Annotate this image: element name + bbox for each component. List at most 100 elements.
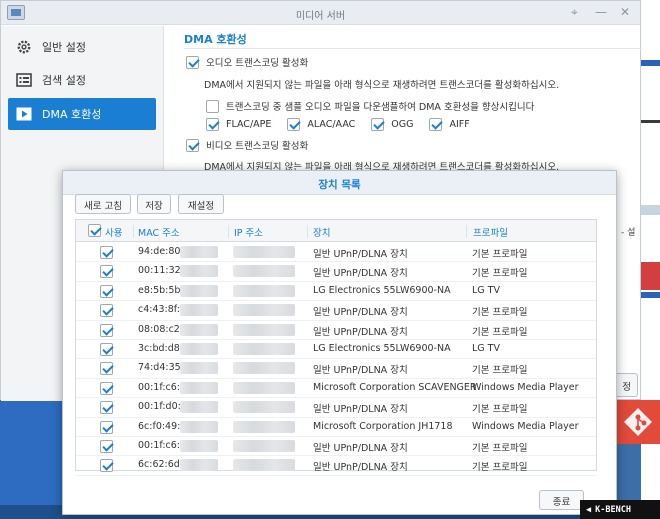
table-row[interactable]: 08:08:c2 일반 UPnP/DLNA 장치 기본 프로파일 bbox=[76, 321, 596, 340]
mac-blur bbox=[180, 304, 218, 317]
mac-cell: 74:d4:35 bbox=[138, 362, 181, 374]
gear-icon bbox=[16, 39, 32, 55]
save-button[interactable]: 저장 bbox=[137, 194, 171, 214]
profile-cell: 기본 프로파일 bbox=[472, 249, 528, 260]
row-use-checkbox[interactable] bbox=[100, 304, 113, 318]
table-row[interactable]: e8:5b:5b LG Electronics 55LW6900-NA LG TV bbox=[76, 282, 596, 302]
mac-cell: e8:5b:5b bbox=[138, 284, 181, 296]
video-transcode-label: 비디오 트랜스코딩 활성화 bbox=[206, 141, 309, 152]
col-profile[interactable]: 프로파일 bbox=[466, 225, 508, 239]
device-cell: LG Electronics 55LW6900-NA bbox=[313, 284, 451, 296]
alac-checkbox[interactable] bbox=[287, 118, 301, 131]
row-use-checkbox[interactable] bbox=[100, 401, 113, 415]
play-icon bbox=[16, 106, 32, 122]
video-transcode-option[interactable]: 비디오 트랜스코딩 활성화 bbox=[186, 138, 308, 152]
mac-blur bbox=[180, 323, 218, 336]
format-options: FLAC/APE ALAC/AAC OGG AIFF bbox=[206, 118, 470, 131]
mac-blur bbox=[180, 459, 218, 472]
row-use-checkbox[interactable] bbox=[100, 459, 113, 473]
downsample-option[interactable]: 트랜스코딩 중 샘플 오디오 파일을 다운샘플하여 DMA 호환성을 향상시킵니… bbox=[206, 99, 534, 113]
profile-cell: 기본 프로파일 bbox=[472, 404, 528, 416]
profile-cell: 기본 프로파일 bbox=[472, 365, 528, 377]
row-use-checkbox[interactable] bbox=[100, 343, 113, 356]
ip-blur bbox=[233, 401, 295, 414]
table-row[interactable]: 94:de:80 일반 UPnP/DLNA 장치 기본 프로파일 bbox=[76, 243, 596, 263]
ip-blur bbox=[233, 246, 295, 258]
device-cell: 일반 UPnP/DLNA 장치 bbox=[313, 268, 408, 280]
select-all-checkbox[interactable] bbox=[88, 224, 101, 237]
device-list-dialog: 장치 목록 새로 고침 저장 재설정 사용 MAC 주소 IP 주소 장치 프로… bbox=[62, 170, 617, 515]
reset-button[interactable]: 재설정 bbox=[178, 194, 224, 214]
aiff-label: AIFF bbox=[449, 119, 470, 130]
device-cell: 일반 UPnP/DLNA 장치 bbox=[313, 462, 408, 474]
audio-transcode-option[interactable]: 오디오 트랜스코딩 활성화 bbox=[186, 55, 308, 69]
profile-cell: 기본 프로파일 bbox=[472, 268, 528, 280]
row-use-checkbox[interactable] bbox=[100, 323, 113, 337]
device-cell: Microsoft Corporation SCAVENGER bbox=[313, 381, 477, 393]
sidebar-item-label: 검색 설정 bbox=[42, 74, 86, 87]
col-use[interactable]: 사용 bbox=[105, 225, 122, 239]
table-row[interactable]: 00:1f:c6: Microsoft Corporation SCAVENGER… bbox=[76, 379, 596, 399]
audio-transcode-label: 오디오 트랜스코딩 활성화 bbox=[206, 58, 309, 69]
title-bar: 미디어 서버 ⌖ — ✕ bbox=[1, 1, 640, 25]
table-row[interactable]: 6c:f0:49: Microsoft Corporation JH1718 Win… bbox=[76, 418, 596, 437]
col-device[interactable]: 장치 bbox=[307, 225, 330, 239]
mac-cell: 6c:f0:49: bbox=[138, 420, 181, 432]
mac-blur bbox=[180, 440, 218, 452]
device-cell: 일반 UPnP/DLNA 장치 bbox=[313, 326, 408, 338]
profile-cell: LG TV bbox=[472, 284, 500, 296]
col-ip[interactable]: IP 주소 bbox=[228, 225, 263, 239]
device-cell: Microsoft Corporation JH1718 bbox=[313, 420, 453, 432]
profile-cell: 기본 프로파일 bbox=[472, 307, 528, 319]
close-button[interactable]: 종료 bbox=[539, 490, 584, 510]
mac-blur bbox=[180, 246, 218, 258]
row-use-checkbox[interactable] bbox=[100, 381, 113, 395]
downsample-checkbox[interactable] bbox=[206, 99, 219, 113]
mac-blur bbox=[180, 362, 218, 375]
row-use-checkbox[interactable] bbox=[100, 440, 113, 453]
row-use-checkbox[interactable] bbox=[100, 420, 113, 434]
ip-blur bbox=[233, 420, 295, 433]
table-row[interactable]: 00:1f:c6: 일반 UPnP/DLNA 장치 기본 프로파일 bbox=[76, 437, 596, 457]
close-icon[interactable]: ✕ bbox=[620, 5, 630, 19]
sidebar-item-general[interactable]: 일반 설정 bbox=[8, 31, 156, 63]
device-cell: LG Electronics 55LW6900-NA bbox=[313, 343, 451, 354]
git-app-icon[interactable] bbox=[616, 400, 660, 444]
sidebar-item-label: DMA 호환성 bbox=[42, 108, 102, 121]
row-use-checkbox[interactable] bbox=[100, 265, 113, 279]
table-row[interactable]: 3c:bd:d8 LG Electronics 55LW6900-NA LG TV bbox=[76, 340, 596, 360]
flac-label: FLAC/APE bbox=[226, 119, 272, 130]
video-transcode-checkbox[interactable] bbox=[186, 138, 199, 152]
flac-checkbox[interactable] bbox=[206, 118, 219, 131]
mac-cell: 00:11:32 bbox=[138, 265, 181, 277]
mac-cell: 94:de:80 bbox=[138, 246, 181, 257]
table-row[interactable]: 6c:62:6d: 일반 UPnP/DLNA 장치 기본 프로파일 bbox=[76, 456, 596, 476]
refresh-button[interactable]: 새로 고침 bbox=[75, 194, 131, 214]
row-use-checkbox[interactable] bbox=[100, 362, 113, 376]
mac-blur bbox=[180, 401, 218, 414]
sidebar-item-search[interactable]: 검색 설정 bbox=[8, 64, 156, 96]
peek-text: - 설 bbox=[621, 228, 636, 238]
minimize-icon[interactable]: — bbox=[595, 5, 607, 19]
pin-icon[interactable]: ⌖ bbox=[571, 5, 578, 20]
aiff-checkbox[interactable] bbox=[429, 118, 443, 131]
device-cell: 일반 UPnP/DLNA 장치 bbox=[313, 365, 408, 377]
ip-blur bbox=[233, 284, 295, 297]
profile-cell: Windows Media Player bbox=[472, 381, 579, 393]
watermark-arrow-icon: ◀ bbox=[586, 504, 592, 515]
audio-transcode-checkbox[interactable] bbox=[186, 55, 199, 69]
sidebar-item-label: 일반 설정 bbox=[42, 41, 86, 54]
ogg-checkbox[interactable] bbox=[371, 118, 385, 131]
row-use-checkbox[interactable] bbox=[100, 246, 113, 259]
ip-blur bbox=[233, 381, 295, 394]
row-use-checkbox[interactable] bbox=[100, 284, 113, 298]
mac-cell: 3c:bd:d8 bbox=[138, 343, 180, 354]
table-row[interactable]: c4:43:8f: 일반 UPnP/DLNA 장치 기본 프로파일 bbox=[76, 301, 596, 321]
device-cell: 일반 UPnP/DLNA 장치 bbox=[313, 404, 408, 416]
sidebar-item-dma[interactable]: DMA 호환성 bbox=[8, 98, 156, 130]
table-row[interactable]: 00:11:32 일반 UPnP/DLNA 장치 기본 프로파일 bbox=[76, 262, 596, 282]
table-row[interactable]: 00:1f:d0: 일반 UPnP/DLNA 장치 기본 프로파일 bbox=[76, 398, 596, 418]
ip-blur bbox=[233, 459, 295, 472]
col-mac[interactable]: MAC 주소 bbox=[133, 225, 180, 239]
table-row[interactable]: 74:d4:35 일반 UPnP/DLNA 장치 기본 프로파일 bbox=[76, 359, 596, 379]
